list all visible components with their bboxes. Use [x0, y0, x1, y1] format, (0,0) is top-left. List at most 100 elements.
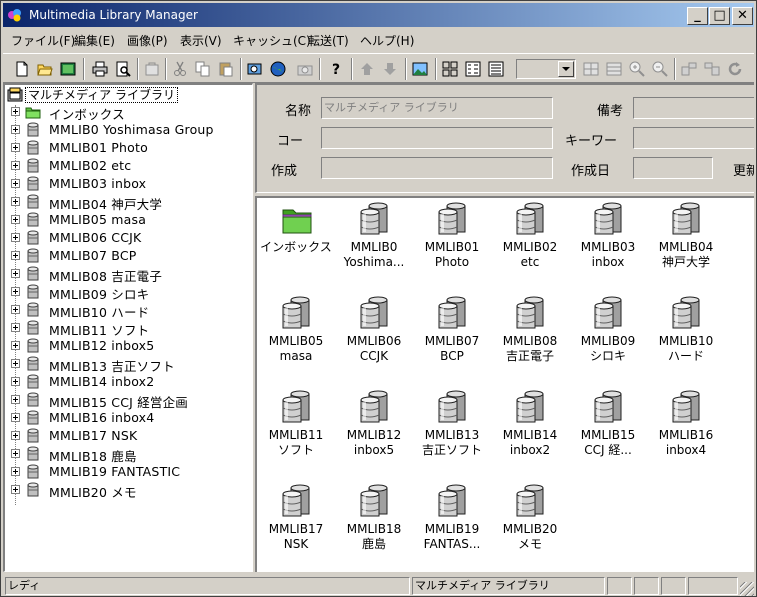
code-field[interactable]: [321, 127, 553, 149]
tree-item[interactable]: MMLIB16 inbox4: [11, 409, 251, 427]
library-icon-item[interactable]: MMLIB09 シロキ: [571, 296, 645, 378]
tree-item[interactable]: MMLIB05 masa: [11, 211, 251, 229]
expand-plus-icon[interactable]: [11, 431, 20, 440]
expand-plus-icon[interactable]: [11, 251, 20, 260]
library-icon-item[interactable]: MMLIB08 吉正電子: [493, 296, 567, 378]
help-button[interactable]: ?: [325, 58, 347, 80]
expand-plus-icon[interactable]: [11, 197, 20, 206]
large-icons-view-button[interactable]: [439, 58, 461, 80]
fit-button[interactable]: [580, 58, 602, 80]
expand-plus-icon[interactable]: [11, 485, 20, 494]
fit-width-button[interactable]: [603, 58, 625, 80]
image-button[interactable]: [57, 58, 79, 80]
library-icon-item[interactable]: MMLIB19 FANTAS...: [415, 484, 489, 566]
library-icon-item[interactable]: MMLIB20 メモ: [493, 484, 567, 566]
tree-item[interactable]: MMLIB03 inbox: [11, 175, 251, 193]
zoom-out-button[interactable]: [649, 58, 671, 80]
tree-item[interactable]: MMLIB13 吉正ソフト: [11, 355, 251, 374]
tree-item[interactable]: MMLIB0 Yoshimasa Group: [11, 121, 251, 139]
tree-item[interactable]: MMLIB19 FANTASTIC: [11, 463, 251, 481]
library-icon-view[interactable]: インボックス MMLIB0 Yoshima... MMLIB01 Photo MMLIB0…: [255, 196, 754, 572]
library-tree[interactable]: マルチメディア ライブラリ インボックス MMLIB0 Yoshimasa Gro…: [3, 83, 253, 572]
library-icon-item[interactable]: MMLIB16 inbox4: [649, 390, 723, 472]
expand-plus-icon[interactable]: [11, 143, 20, 152]
library-icon-item[interactable]: MMLIB03 inbox: [571, 202, 645, 284]
print-button[interactable]: [89, 58, 111, 80]
expand-plus-icon[interactable]: [11, 233, 20, 242]
expand-plus-icon[interactable]: [11, 467, 20, 476]
expand-plus-icon[interactable]: [11, 161, 20, 170]
library-icon-item[interactable]: MMLIB11 ソフト: [259, 390, 333, 472]
new-button[interactable]: [11, 58, 33, 80]
chevron-down-icon[interactable]: [558, 61, 574, 77]
tree-item[interactable]: MMLIB14 inbox2: [11, 373, 251, 391]
title-bar[interactable]: Multimedia Library Manager _ □ ✕: [3, 3, 754, 27]
camera-button[interactable]: [294, 58, 316, 80]
thumbnail-button[interactable]: [409, 58, 431, 80]
paste-button[interactable]: [215, 58, 237, 80]
library-icon-item[interactable]: MMLIB12 inbox5: [337, 390, 411, 472]
tree-item[interactable]: MMLIB06 CCJK: [11, 229, 251, 247]
menu-file[interactable]: ファイル(F): [11, 32, 75, 49]
menu-help[interactable]: ヘルプ(H): [360, 32, 414, 49]
properties-button[interactable]: [141, 58, 163, 80]
minimize-button[interactable]: _: [687, 7, 708, 25]
zoom-dropdown[interactable]: [516, 59, 576, 79]
created-date-field[interactable]: [633, 157, 713, 179]
expand-plus-icon[interactable]: [11, 269, 20, 278]
library-icon-item[interactable]: MMLIB10 ハード: [649, 296, 723, 378]
note-field[interactable]: [633, 97, 754, 119]
tree-item[interactable]: MMLIB12 inbox5: [11, 337, 251, 355]
library-icon-item[interactable]: MMLIB15 CCJ 経...: [571, 390, 645, 472]
library-icon-item[interactable]: MMLIB14 inbox2: [493, 390, 567, 472]
tree-item[interactable]: MMLIB15 CCJ 経営企画: [11, 391, 251, 410]
expand-plus-icon[interactable]: [11, 413, 20, 422]
expand-plus-icon[interactable]: [11, 215, 20, 224]
library-icon-item[interactable]: MMLIB0 Yoshima...: [337, 202, 411, 284]
keyword-field[interactable]: [633, 127, 754, 149]
move-up-button[interactable]: [356, 58, 378, 80]
library-icon-item[interactable]: MMLIB01 Photo: [415, 202, 489, 284]
rotate-left-button[interactable]: [678, 58, 700, 80]
expand-plus-icon[interactable]: [11, 449, 20, 458]
library-icon-item[interactable]: MMLIB04 神戸大学: [649, 202, 723, 284]
search-button[interactable]: [244, 58, 266, 80]
library-icon-item[interactable]: MMLIB05 masa: [259, 296, 333, 378]
library-icon-item[interactable]: MMLIB02 etc: [493, 202, 567, 284]
tree-item[interactable]: MMLIB18 鹿島: [11, 445, 251, 464]
print-preview-button[interactable]: [112, 58, 134, 80]
small-icons-view-button[interactable]: [462, 58, 484, 80]
expand-plus-icon[interactable]: [11, 359, 20, 368]
menu-view[interactable]: 表示(V): [180, 32, 222, 49]
tree-item[interactable]: MMLIB11 ソフト: [11, 319, 251, 338]
web-button[interactable]: [267, 58, 289, 80]
library-icon-item[interactable]: MMLIB07 BCP: [415, 296, 489, 378]
menu-transfer[interactable]: 転送(T): [308, 32, 349, 49]
menu-image[interactable]: 画像(P): [127, 32, 168, 49]
tree-item[interactable]: MMLIB04 神戸大学: [11, 193, 251, 212]
tree-item[interactable]: MMLIB07 BCP: [11, 247, 251, 265]
resize-grip[interactable]: [740, 582, 754, 596]
tree-item[interactable]: MMLIB10 ハード: [11, 301, 251, 320]
library-icon-item[interactable]: MMLIB17 NSK: [259, 484, 333, 566]
tree-item[interactable]: MMLIB02 etc: [11, 157, 251, 175]
refresh-button[interactable]: [724, 58, 746, 80]
expand-plus-icon[interactable]: [11, 179, 20, 188]
expand-plus-icon[interactable]: [11, 125, 20, 134]
expand-plus-icon[interactable]: [11, 305, 20, 314]
tree-item[interactable]: MMLIB01 Photo: [11, 139, 251, 157]
tree-item[interactable]: インボックス: [11, 103, 251, 122]
menu-cache[interactable]: キャッシュ(C): [233, 32, 311, 49]
move-down-button[interactable]: [379, 58, 401, 80]
rotate-right-button[interactable]: [701, 58, 723, 80]
expand-plus-icon[interactable]: [11, 323, 20, 332]
menu-edit[interactable]: 編集(E): [74, 32, 115, 49]
open-button[interactable]: [34, 58, 56, 80]
created-by-field[interactable]: [321, 157, 553, 179]
close-button[interactable]: ✕: [732, 7, 753, 25]
tree-item[interactable]: MMLIB09 シロキ: [11, 283, 251, 302]
zoom-in-button[interactable]: [626, 58, 648, 80]
expand-plus-icon[interactable]: [11, 287, 20, 296]
details-view-button[interactable]: [485, 58, 507, 80]
copy-button[interactable]: [192, 58, 214, 80]
